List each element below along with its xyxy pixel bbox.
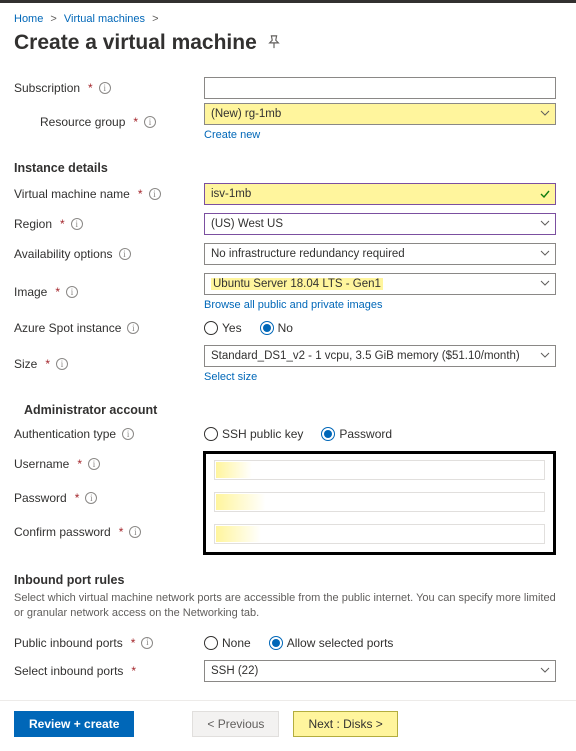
breadcrumb-home[interactable]: Home (14, 13, 43, 25)
breadcrumb-vms[interactable]: Virtual machines (64, 13, 145, 25)
image-select[interactable]: Ubuntu Server 18.04 LTS - Gen1 (204, 273, 556, 295)
info-icon[interactable]: i (56, 358, 68, 370)
availability-value: No infrastructure redundancy required (211, 248, 405, 260)
chevron-down-icon (540, 280, 550, 288)
breadcrumb: Home > Virtual machines > (14, 11, 562, 31)
vm-name-label: Virtual machine name* i (14, 187, 204, 201)
region-value: (US) West US (211, 218, 283, 230)
subscription-label: Subscription* i (14, 81, 204, 95)
auth-type-label: Authentication type i (14, 427, 204, 441)
username-label: Username*i (14, 457, 100, 471)
spot-yes-radio[interactable]: Yes (204, 321, 242, 335)
auth-password-radio[interactable]: Password (321, 427, 392, 441)
check-icon (540, 190, 550, 198)
auth-radio-group: SSH public key Password (204, 427, 556, 441)
public-ports-group: None Allow selected ports (204, 636, 556, 650)
resource-group-value: (New) rg-1mb (211, 108, 281, 120)
chevron-down-icon (540, 250, 550, 258)
create-new-rg-link[interactable]: Create new (204, 127, 556, 141)
chevron-down-icon (540, 667, 550, 675)
size-label: Size* i (14, 357, 204, 371)
info-icon[interactable]: i (99, 82, 111, 94)
inbound-description: Select which virtual machine network por… (14, 591, 562, 622)
info-icon[interactable]: i (88, 458, 100, 470)
pin-icon[interactable] (267, 35, 281, 52)
chevron-down-icon (540, 352, 550, 360)
inbound-heading: Inbound port rules (14, 573, 562, 587)
browse-images-link[interactable]: Browse all public and private images (204, 297, 556, 311)
info-icon[interactable]: i (71, 218, 83, 230)
image-label: Image* i (14, 285, 204, 299)
chevron-down-icon (540, 220, 550, 228)
size-select[interactable]: Standard_DS1_v2 - 1 vcpu, 3.5 GiB memory… (204, 345, 556, 367)
next-disks-button[interactable]: Next : Disks > (293, 711, 397, 737)
region-select[interactable]: (US) West US (204, 213, 556, 235)
inbound-ports-select[interactable]: SSH (22) (204, 660, 556, 682)
inbound-ports-value: SSH (22) (211, 665, 258, 677)
previous-button[interactable]: < Previous (192, 711, 279, 737)
vm-name-input[interactable]: isv-1mb (204, 183, 556, 205)
chevron-down-icon (540, 110, 550, 118)
chevron-right-icon: > (152, 13, 158, 25)
spot-no-radio[interactable]: No (260, 321, 293, 335)
credentials-box (203, 451, 556, 555)
info-icon[interactable]: i (149, 188, 161, 200)
page: Home > Virtual machines > Create a virtu… (0, 3, 576, 700)
info-icon[interactable]: i (119, 248, 131, 260)
vm-name-value: isv-1mb (211, 188, 251, 200)
info-icon[interactable]: i (85, 492, 97, 504)
info-icon[interactable]: i (141, 637, 153, 649)
confirm-password-input[interactable] (214, 524, 545, 544)
availability-select[interactable]: No infrastructure redundancy required (204, 243, 556, 265)
info-icon[interactable]: i (144, 116, 156, 128)
region-label: Region* i (14, 217, 204, 231)
ports-none-radio[interactable]: None (204, 636, 251, 650)
info-icon[interactable]: i (127, 322, 139, 334)
review-create-button[interactable]: Review + create (14, 711, 134, 737)
cred-labels: Username*i Password*i Confirm password*i (14, 451, 204, 539)
spot-radio-group: Yes No (204, 321, 556, 335)
admin-heading: Administrator account (14, 403, 562, 417)
page-title: Create a virtual machine (14, 31, 257, 55)
size-value: Standard_DS1_v2 - 1 vcpu, 3.5 GiB memory… (211, 350, 520, 362)
public-ports-label: Public inbound ports* i (14, 636, 204, 650)
password-input[interactable] (214, 492, 545, 512)
resource-group-label: Resource group* i (14, 115, 204, 129)
info-icon[interactable]: i (129, 526, 141, 538)
ports-allow-radio[interactable]: Allow selected ports (269, 636, 394, 650)
select-size-link[interactable]: Select size (204, 369, 556, 383)
instance-details-heading: Instance details (14, 161, 562, 175)
password-label: Password*i (14, 491, 97, 505)
info-icon[interactable]: i (122, 428, 134, 440)
resource-group-select[interactable]: (New) rg-1mb (204, 103, 556, 125)
auth-ssh-radio[interactable]: SSH public key (204, 427, 303, 441)
info-icon[interactable]: i (66, 286, 78, 298)
confirm-password-label: Confirm password*i (14, 525, 141, 539)
chevron-right-icon: > (50, 13, 56, 25)
footer: Review + create < Previous Next : Disks … (0, 700, 576, 751)
username-input[interactable] (214, 460, 545, 480)
image-value: Ubuntu Server 18.04 LTS - Gen1 (211, 278, 383, 290)
subscription-input[interactable] (204, 77, 556, 99)
spot-label: Azure Spot instance i (14, 321, 204, 335)
availability-label: Availability options i (14, 247, 204, 261)
select-ports-label: Select inbound ports* (14, 664, 204, 678)
